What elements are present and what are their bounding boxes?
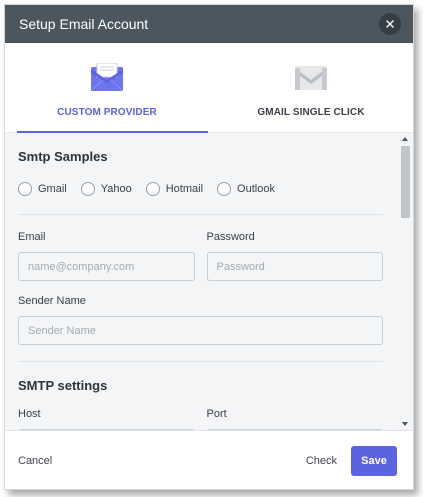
password-label: Password <box>206 231 255 243</box>
gmail-icon <box>294 63 328 93</box>
save-button[interactable]: Save <box>351 445 397 476</box>
port-field[interactable] <box>206 429 383 430</box>
smtp-samples-radio-group: Gmail Yahoo Hotmail Outlook <box>18 182 383 196</box>
dialog-title: Setup Email Account <box>19 16 149 32</box>
email-field-group: Email <box>18 231 195 281</box>
radio-hotmail[interactable]: Hotmail <box>145 182 204 196</box>
radio-outlook[interactable]: Outlook <box>217 182 275 196</box>
scroll-down-arrow[interactable] <box>402 422 408 426</box>
check-button[interactable]: Check <box>306 455 337 467</box>
dialog-footer: Cancel Check Save <box>5 430 413 489</box>
radio-gmail[interactable]: Gmail <box>18 182 67 196</box>
vertical-scrollbar[interactable] <box>399 133 413 430</box>
sender-name-field-group: Sender Name <box>18 295 383 345</box>
radio-circle[interactable] <box>80 182 95 196</box>
host-field-group: Host <box>18 408 195 430</box>
form-body: Smtp Samples Gmail Yahoo Hotmail Outlook <box>5 133 413 430</box>
smtp-settings-title: SMTP settings <box>18 378 108 393</box>
smtp-samples-title: Smtp Samples <box>18 149 108 164</box>
radio-label: Yahoo <box>100 183 132 195</box>
radio-circle[interactable] <box>145 182 160 196</box>
envelope-icon <box>89 63 125 93</box>
scrollbar-thumb[interactable] <box>401 146 410 218</box>
tab-custom-provider[interactable]: CUSTOM PROVIDER <box>5 43 209 132</box>
cancel-button[interactable]: Cancel <box>18 455 52 467</box>
tab-gmail-single-click[interactable]: GMAIL SINGLE CLICK <box>209 43 413 132</box>
form-scroll-area[interactable]: Smtp Samples Gmail Yahoo Hotmail Outlook <box>5 133 413 430</box>
radio-label: Hotmail <box>165 183 204 195</box>
radio-label: Outlook <box>237 183 275 195</box>
credentials-row: Email Password <box>18 231 383 281</box>
close-icon <box>386 20 394 28</box>
email-field[interactable] <box>18 252 195 281</box>
setup-email-dialog: Setup Email Account CUSTOM PROVIDER GMAI… <box>4 4 414 490</box>
host-port-row: Host Port <box>18 408 383 430</box>
tab-label: CUSTOM PROVIDER <box>57 107 157 118</box>
sender-name-label: Sender Name <box>18 295 86 307</box>
email-label: Email <box>18 231 46 243</box>
password-field-group: Password <box>206 231 383 281</box>
radio-yahoo[interactable]: Yahoo <box>80 182 132 196</box>
footer-actions: Check Save <box>306 445 397 476</box>
radio-label: Gmail <box>38 183 67 195</box>
close-button[interactable] <box>379 13 401 35</box>
port-label: Port <box>206 408 227 420</box>
section-divider <box>18 214 383 215</box>
host-field[interactable] <box>18 429 195 430</box>
host-label: Host <box>18 408 41 420</box>
radio-circle[interactable] <box>217 182 232 196</box>
password-field[interactable] <box>206 252 383 281</box>
section-divider <box>18 361 383 362</box>
radio-circle[interactable] <box>18 182 32 196</box>
dialog-header: Setup Email Account <box>5 5 413 43</box>
provider-tabs: CUSTOM PROVIDER GMAIL SINGLE CLICK <box>5 43 413 133</box>
tab-label: GMAIL SINGLE CLICK <box>257 107 365 118</box>
port-field-group: Port <box>206 408 383 430</box>
sender-name-field[interactable] <box>18 316 383 345</box>
scroll-up-arrow[interactable] <box>402 137 408 141</box>
